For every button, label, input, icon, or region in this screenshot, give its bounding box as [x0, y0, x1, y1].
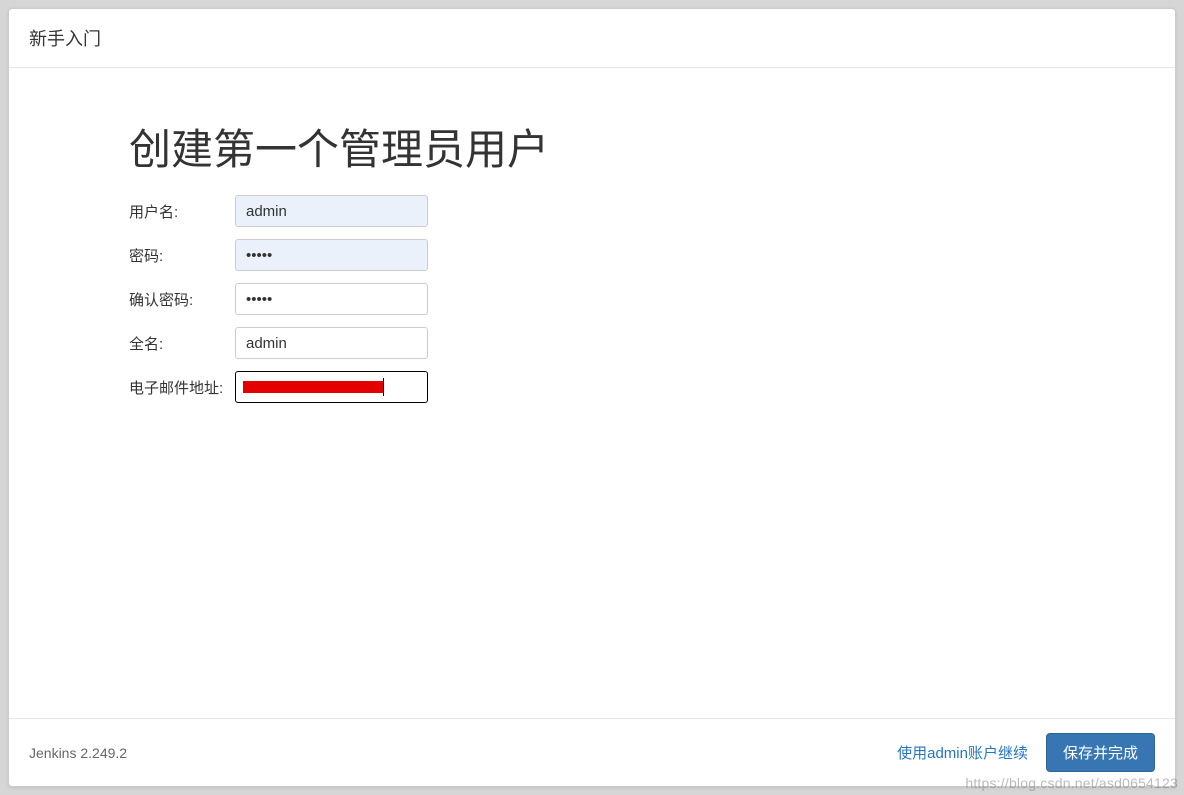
row-username: 用户名:: [129, 195, 1055, 227]
username-input[interactable]: [235, 195, 428, 227]
page-title: 创建第一个管理员用户: [129, 116, 1055, 177]
modal-body: 创建第一个管理员用户 用户名: 密码: 确认密码: 全名: 电子邮件地址:: [9, 68, 1175, 718]
label-fullname: 全名:: [129, 333, 235, 354]
jenkins-version: Jenkins 2.249.2: [29, 745, 127, 761]
modal-footer: Jenkins 2.249.2 使用admin账户继续 保存并完成: [9, 718, 1175, 786]
label-email: 电子邮件地址:: [129, 377, 235, 398]
label-password: 密码:: [129, 245, 235, 266]
label-confirm-password: 确认密码:: [129, 289, 235, 310]
row-email: 电子邮件地址:: [129, 371, 1055, 403]
continue-as-admin-link[interactable]: 使用admin账户继续: [897, 742, 1028, 763]
row-password: 密码:: [129, 239, 1055, 271]
email-input[interactable]: [235, 371, 428, 403]
save-and-finish-button[interactable]: 保存并完成: [1046, 733, 1155, 772]
modal-header: 新手入门: [9, 9, 1175, 68]
row-confirm-password: 确认密码:: [129, 283, 1055, 315]
confirm-password-input[interactable]: [235, 283, 428, 315]
fullname-input[interactable]: [235, 327, 428, 359]
email-wrap: [235, 371, 428, 403]
footer-actions: 使用admin账户继续 保存并完成: [897, 733, 1155, 772]
setup-wizard-modal: 新手入门 创建第一个管理员用户 用户名: 密码: 确认密码: 全名: 电子邮件地…: [8, 8, 1176, 787]
label-username: 用户名:: [129, 201, 235, 222]
row-fullname: 全名:: [129, 327, 1055, 359]
modal-header-title: 新手入门: [29, 25, 1155, 51]
password-input[interactable]: [235, 239, 428, 271]
